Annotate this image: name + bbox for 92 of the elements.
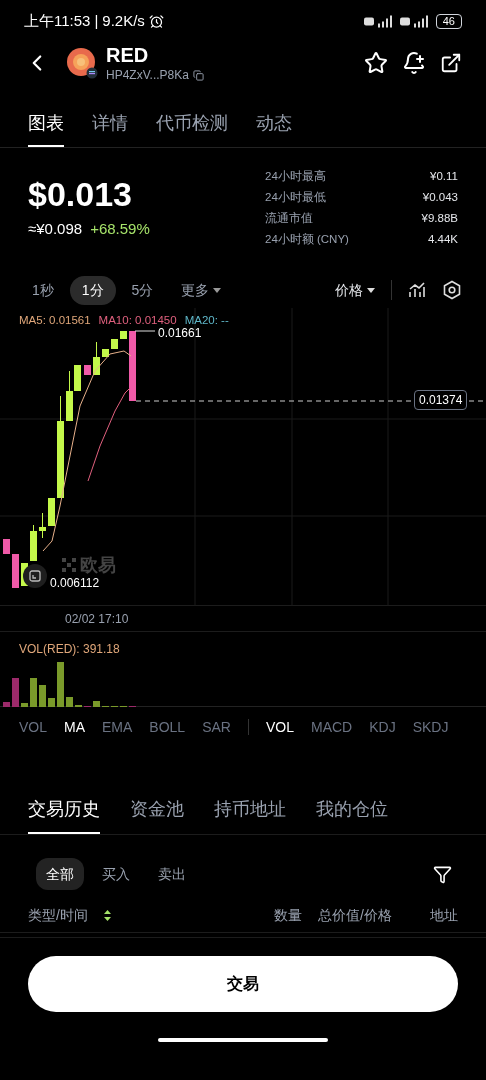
volume-bar xyxy=(93,701,100,707)
filter-chip[interactable]: 全部 xyxy=(36,858,84,890)
price-change: +68.59% xyxy=(90,219,150,239)
filter-chip[interactable]: 买入 xyxy=(92,858,140,890)
price-cny: ≈¥0.098 xyxy=(28,219,83,239)
stat-label: 24小时额 (CNY) xyxy=(265,232,349,247)
interval-option[interactable]: 1分 xyxy=(69,275,116,305)
status-time: 上午11:53 xyxy=(24,10,91,31)
stat-value: 4.44K xyxy=(427,232,458,247)
leader-line xyxy=(134,330,156,332)
column-header: 总价值/价格 xyxy=(318,906,392,925)
token-avatar-icon xyxy=(66,47,98,79)
exchange-logo-icon xyxy=(62,558,76,572)
indicator-tab[interactable]: KDJ xyxy=(369,716,396,738)
indicator-chart-icon[interactable] xyxy=(408,281,426,299)
signal-icon xyxy=(399,14,428,28)
tab[interactable]: 动态 xyxy=(256,102,292,147)
candlestick xyxy=(102,348,109,358)
stat-value: ¥0.043 xyxy=(422,190,458,205)
trade-tab[interactable]: 资金池 xyxy=(130,787,184,834)
interval-option[interactable]: 1秒 xyxy=(20,275,66,305)
volume-bar xyxy=(30,678,37,707)
filter-icon[interactable] xyxy=(433,864,452,884)
indicator-tab[interactable]: VOL xyxy=(19,716,47,738)
tab[interactable]: 详情 xyxy=(92,102,128,147)
indicator-tab[interactable]: EMA xyxy=(102,716,133,738)
stat-label: 流通市值 xyxy=(265,211,313,226)
caret-icon xyxy=(213,287,222,293)
trade-tab[interactable]: 我的仓位 xyxy=(316,787,388,834)
copy-icon[interactable] xyxy=(192,70,204,81)
volume-bar xyxy=(66,697,73,707)
column-header[interactable]: 类型/时间 xyxy=(28,905,100,926)
stat-label: 24小时最高 xyxy=(265,169,326,184)
trade-button[interactable]: 交易 xyxy=(28,956,458,1012)
last-price-label: 0.01374 xyxy=(414,390,468,410)
ma-legend: MA5: 0.01561 xyxy=(19,312,91,330)
favorite-icon[interactable] xyxy=(364,51,388,75)
signal-icon xyxy=(363,14,392,28)
column-header: 地址 xyxy=(430,906,458,925)
stat-label: 24小时最低 xyxy=(265,190,326,205)
column-header: 数量 xyxy=(274,906,303,925)
trade-tab[interactable]: 交易历史 xyxy=(28,787,100,834)
indicator-tab[interactable]: MACD xyxy=(311,716,353,738)
token-symbol: RED xyxy=(106,43,150,68)
tab[interactable]: 图表 xyxy=(28,102,64,147)
settings-icon[interactable] xyxy=(442,280,462,300)
chart-watermark: 欧易 xyxy=(80,555,116,575)
share-icon[interactable] xyxy=(440,52,462,74)
candlestick xyxy=(39,512,46,539)
sort-icon[interactable] xyxy=(104,910,111,921)
alert-icon[interactable] xyxy=(402,51,426,75)
trade-tab[interactable]: 持币地址 xyxy=(214,787,286,834)
candlestick xyxy=(129,330,136,402)
token-address: HP4ZxV...P8Ka xyxy=(106,68,189,83)
stat-value: ¥0.11 xyxy=(430,169,458,184)
candlestick xyxy=(120,330,127,340)
battery-indicator: 46 xyxy=(435,13,462,29)
candlestick xyxy=(48,497,55,527)
interval-option[interactable]: 5分 xyxy=(119,275,166,305)
indicator-tab[interactable]: SAR xyxy=(202,716,231,738)
network-speed: 9.2K/s xyxy=(102,10,145,31)
tab[interactable]: 代币检测 xyxy=(156,102,228,147)
candlestick xyxy=(93,341,100,376)
filter-chip[interactable]: 卖出 xyxy=(148,858,196,890)
alarm-icon xyxy=(148,13,164,29)
caret-icon xyxy=(367,287,375,293)
indicator-tab[interactable]: SKDJ xyxy=(412,716,449,738)
volume-bar xyxy=(12,678,19,707)
volume-bar xyxy=(21,703,28,707)
volume-bar xyxy=(48,698,55,707)
candlestick xyxy=(30,524,37,562)
time-axis-label: 02/02 17:10 xyxy=(65,610,129,628)
candlestick xyxy=(111,338,118,350)
volume-bar xyxy=(57,662,64,707)
status-separator: | xyxy=(94,10,99,31)
indicator-tab[interactable]: MA xyxy=(64,716,85,738)
interval-option[interactable]: 更多 xyxy=(169,275,234,305)
volume-label: VOL(RED): 391.18 xyxy=(19,641,120,658)
volume-bar xyxy=(39,685,46,707)
high-price-label: 0.01661 xyxy=(158,325,202,342)
low-price-label: 0.006112 xyxy=(50,577,100,590)
fullscreen-button[interactable] xyxy=(23,564,47,588)
indicator-tab[interactable]: BOLL xyxy=(149,716,186,738)
indicator-tab[interactable]: VOL xyxy=(265,716,294,738)
candlestick xyxy=(12,553,19,589)
price-mode-dropdown[interactable]: 价格 xyxy=(335,279,375,301)
volume-bar xyxy=(3,702,10,707)
candlestick xyxy=(84,364,91,376)
expand-icon xyxy=(29,570,41,582)
stat-value: ¥9.88B xyxy=(421,211,458,226)
price-usd: $0.013 xyxy=(28,174,133,214)
candlestick xyxy=(3,538,10,555)
